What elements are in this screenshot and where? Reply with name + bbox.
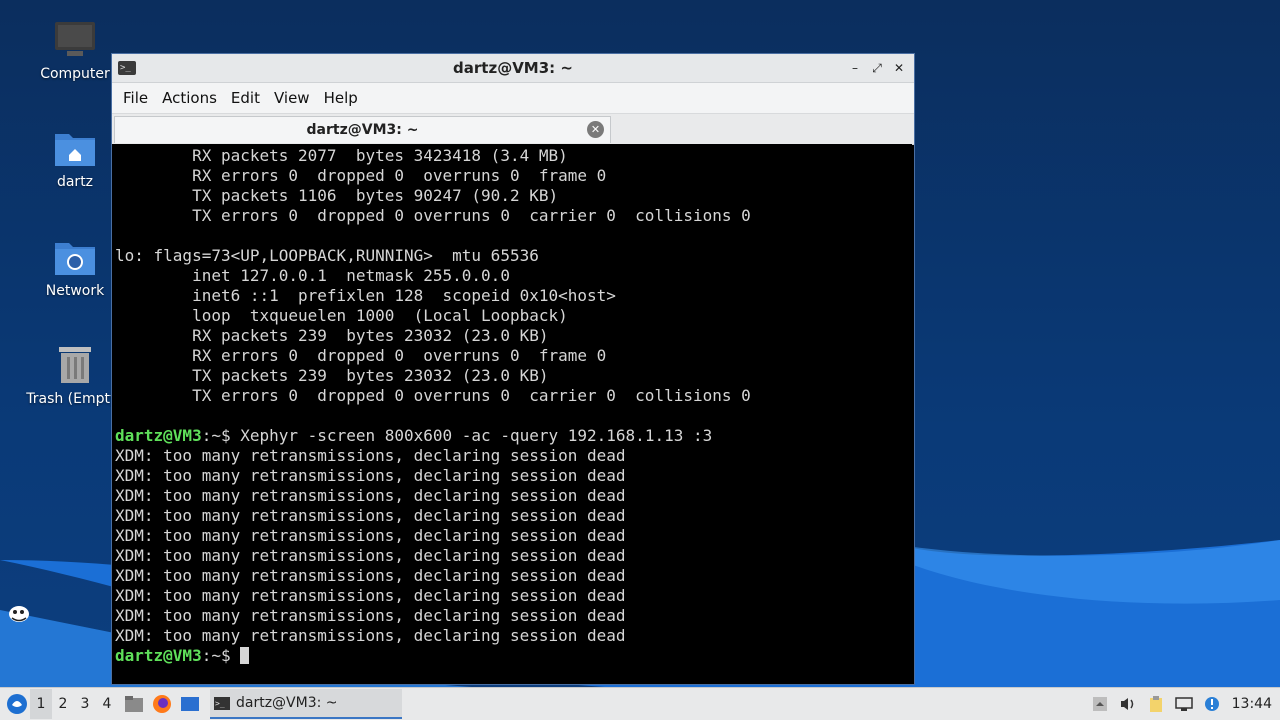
terminal-task-icon: >_ [214, 696, 230, 710]
tab-close-icon[interactable]: ✕ [587, 121, 604, 138]
terminal-line: TX packets 1106 bytes 90247 (90.2 KB) [115, 186, 559, 205]
terminal-line: RX errors 0 dropped 0 overruns 0 frame 0 [115, 346, 607, 365]
taskbar-task-terminal[interactable]: >_ dartz@VM3: ~ [210, 689, 402, 719]
window-title: dartz@VM3: ~ [453, 59, 573, 77]
menu-actions[interactable]: Actions [155, 83, 224, 113]
output-line: XDM: too many retransmissions, declaring… [115, 506, 626, 525]
workspace-3[interactable]: 3 [74, 689, 96, 719]
desktop-icon [181, 697, 199, 711]
taskbar: 1 2 3 4 >_ dartz@VM3: ~ 13:44 [0, 687, 1280, 720]
file-manager-icon [125, 696, 143, 712]
file-manager-launcher[interactable] [122, 692, 146, 716]
output-line: XDM: too many retransmissions, declaring… [115, 546, 626, 565]
clipboard-icon[interactable] [1144, 692, 1168, 716]
updates-icon[interactable] [1200, 692, 1224, 716]
output-line: XDM: too many retransmissions, declaring… [115, 566, 626, 585]
terminal-line: loop txqueuelen 1000 (Local Loopback) [115, 306, 568, 325]
workspace-1[interactable]: 1 [30, 689, 52, 719]
terminal-line: lo: flags=73<UP,LOOPBACK,RUNNING> mtu 65… [115, 246, 539, 265]
computer-icon [55, 22, 95, 56]
terminal-line: TX errors 0 dropped 0 overruns 0 carrier… [115, 386, 751, 405]
tab-bar: dartz@VM3: ~ ✕ [112, 114, 914, 145]
prompt-path: :~$ [201, 646, 241, 665]
terminal-line: RX packets 2077 bytes 3423418 (3.4 MB) [115, 146, 568, 165]
prompt-user: dartz@VM3 [115, 646, 202, 665]
firefox-icon [153, 695, 171, 713]
menu-view[interactable]: View [267, 83, 317, 113]
menu-file[interactable]: File [116, 83, 155, 113]
terminal-line: inet 127.0.0.1 netmask 255.0.0.0 [115, 266, 510, 285]
terminal-app-icon: >_ [118, 61, 136, 75]
task-label: dartz@VM3: ~ [236, 695, 338, 711]
system-tray: 13:44 [1086, 688, 1280, 720]
output-line: XDM: too many retransmissions, declaring… [115, 626, 626, 645]
current-prompt-line[interactable]: dartz@VM3:~$ [112, 646, 912, 666]
network-status-icon[interactable] [1172, 692, 1196, 716]
workspace-2[interactable]: 2 [52, 689, 74, 719]
menubar: File Actions Edit View Help [112, 83, 914, 114]
start-menu-button[interactable] [4, 691, 30, 717]
output-line: XDM: too many retransmissions, declaring… [115, 586, 626, 605]
terminal-tab[interactable]: dartz@VM3: ~ ✕ [114, 116, 611, 143]
text-cursor [240, 647, 250, 664]
trash-icon [59, 347, 91, 383]
command-line: dartz@VM3:~$ Xephyr -screen 800x600 -ac … [112, 426, 912, 446]
show-desktop-launcher[interactable] [178, 692, 202, 716]
output-line: XDM: too many retransmissions, declaring… [115, 446, 626, 465]
menu-edit[interactable]: Edit [224, 83, 267, 113]
tab-label: dartz@VM3: ~ [306, 122, 419, 138]
minimize-button[interactable]: – [846, 59, 864, 77]
output-line: XDM: too many retransmissions, declaring… [115, 466, 626, 485]
terminal-line: RX packets 239 bytes 23032 (23.0 KB) [115, 326, 549, 345]
output-line: XDM: too many retransmissions, declaring… [115, 606, 626, 625]
maximize-button[interactable]: ⤢ [868, 59, 886, 77]
prompt-user: dartz@VM3 [115, 426, 202, 445]
menu-help[interactable]: Help [317, 83, 365, 113]
workspace-4[interactable]: 4 [96, 689, 118, 719]
output-line: XDM: too many retransmissions, declaring… [115, 526, 626, 545]
home-folder-icon [55, 134, 95, 166]
prompt-path: :~$ [201, 426, 241, 445]
command-text: Xephyr -screen 800x600 -ac -query 192.16… [240, 426, 713, 445]
clock[interactable]: 13:44 [1232, 696, 1272, 712]
terminal-line: TX packets 239 bytes 23032 (23.0 KB) [115, 366, 549, 385]
app-menu-icon [7, 694, 27, 714]
terminal-line: TX errors 0 dropped 0 overruns 0 carrier… [115, 206, 751, 225]
close-button[interactable]: ✕ [890, 59, 908, 77]
terminal-line: inet6 ::1 prefixlen 128 scopeid 0x10<hos… [115, 286, 616, 305]
terminal-window[interactable]: >_ dartz@VM3: ~ – ⤢ ✕ File Actions Edit … [111, 53, 915, 685]
mascot-icon [9, 606, 29, 622]
volume-icon[interactable] [1116, 692, 1140, 716]
terminal-output[interactable]: RX packets 2077 bytes 3423418 (3.4 MB) R… [112, 144, 912, 684]
terminal-line: RX errors 0 dropped 0 overruns 0 frame 0 [115, 166, 607, 185]
network-folder-icon [55, 243, 95, 275]
tray-arrow-icon[interactable] [1088, 692, 1112, 716]
window-titlebar[interactable]: >_ dartz@VM3: ~ – ⤢ ✕ [112, 54, 914, 83]
output-line: XDM: too many retransmissions, declaring… [115, 486, 626, 505]
firefox-launcher[interactable] [150, 692, 174, 716]
